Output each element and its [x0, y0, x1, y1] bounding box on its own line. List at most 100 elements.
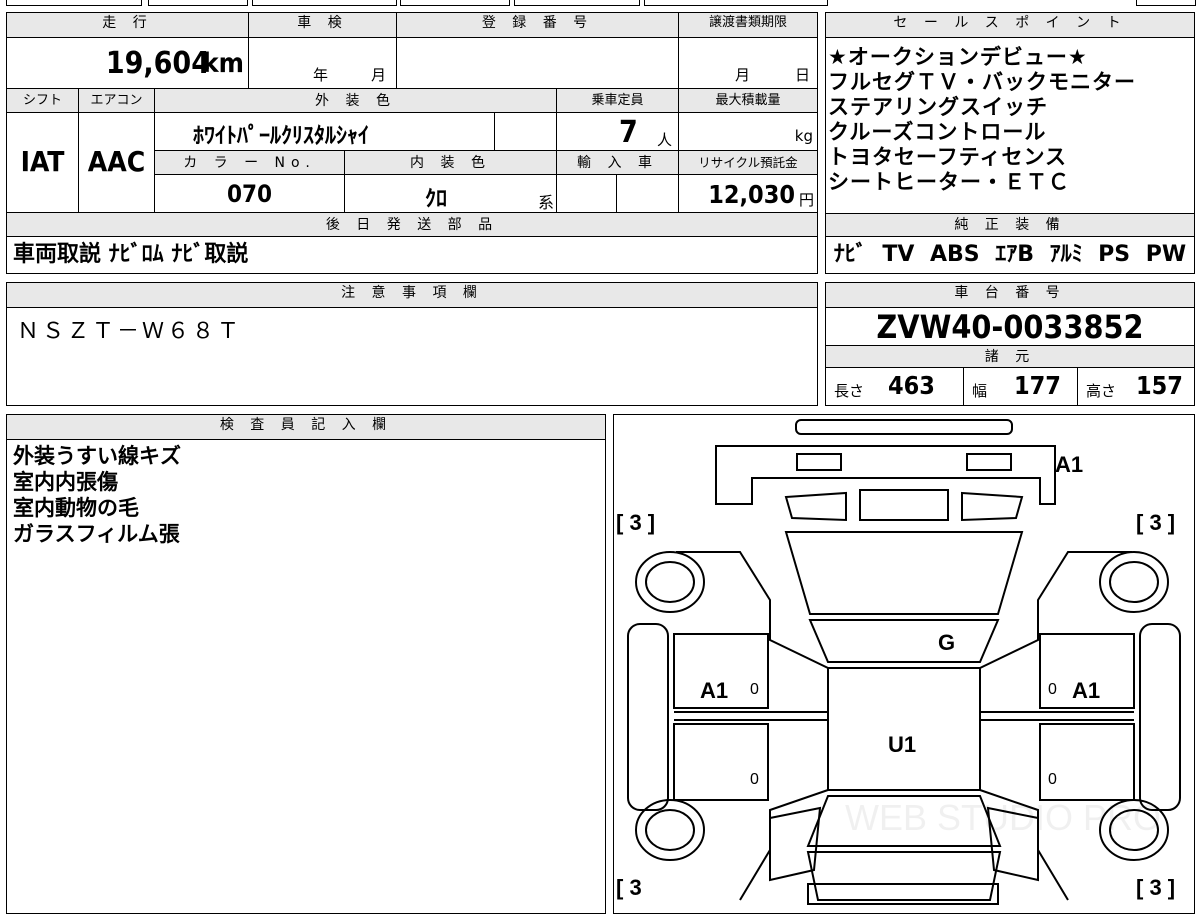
inspection-cell: 年 月 — [249, 38, 397, 89]
mileage-unit: km — [202, 48, 244, 79]
mark-door-zero: 0 — [750, 771, 759, 788]
front-bumper-part — [795, 419, 1013, 435]
headlight-right — [966, 453, 1012, 471]
specs-header: 諸 元 — [826, 346, 1194, 368]
vehicle-info-box: 走 行 車 検 登 録 番 号 譲渡書類期限 19,604 km 年 月 月 日… — [6, 12, 818, 274]
recycle-cell: 12,030 円 — [679, 175, 817, 213]
color-no-header: カ ラ ー No. — [155, 151, 345, 175]
top-remnant-5 — [514, 0, 640, 6]
top-remnant-1 — [6, 0, 142, 6]
color-no-value: 070 — [226, 180, 273, 208]
notes-box: 注 意 事 項 欄 ＮＳＺＴ－Ｗ６８Ｔ — [6, 282, 818, 406]
equipment-item: ABS — [930, 242, 980, 267]
mark-right-door: A1 — [1072, 678, 1100, 703]
windshield — [808, 619, 1000, 663]
mark-door-zero: 0 — [1048, 771, 1057, 788]
body-outline-left — [676, 551, 829, 901]
notes-header: 注 意 事 項 欄 — [7, 283, 817, 308]
exterior-color-header: 外 装 色 — [155, 89, 557, 113]
capacity-header: 乗車定員 — [557, 89, 679, 113]
inspector-note: 室内内張傷 — [13, 470, 118, 494]
equipment-header: 純 正 装 備 — [826, 213, 1194, 237]
sales-point-line: クルーズコントロール — [828, 120, 1047, 144]
mark-door-zero: 0 — [750, 681, 759, 698]
sales-points-box: セ ー ル ス ポ イ ン ト ★オークションデビュー★ フルセグＴＶ・バックモ… — [825, 12, 1195, 274]
inspector-note: 外装うすい線キズ — [13, 444, 181, 468]
inspector-header: 検 査 員 記 入 欄 — [7, 415, 605, 440]
mark-tire-fl: [ 3 ] — [616, 510, 655, 535]
transfer-deadline-cell: 月 日 — [679, 38, 817, 89]
transfer-day-unit: 日 — [795, 66, 811, 84]
equipment-item: ｱﾙﾐ — [1049, 242, 1083, 267]
mileage-header: 走 行 — [7, 13, 249, 38]
import-header: 輸 入 車 — [557, 151, 679, 175]
mark-tire-rr: [ 3 ] — [1136, 875, 1175, 900]
length-label: 長さ — [834, 382, 865, 400]
mark-tire-fr: [ 3 ] — [1136, 510, 1175, 535]
interior-color-cell: ｸﾛ 系 — [345, 175, 557, 213]
capacity-unit: 人 — [657, 131, 673, 149]
sales-point-line: トヨタセーフティセンス — [828, 145, 1068, 169]
equipment-item: PW — [1145, 242, 1187, 267]
capacity-cell: 7 人 — [557, 113, 679, 151]
ac-header: エアコン — [79, 89, 155, 113]
exterior-color-cell: ﾎﾜｲﾄﾊﾟｰﾙｸﾘｽﾀﾙｼｬｲ — [155, 113, 495, 151]
sales-points-list: ★オークションデビュー★ フルセグＴＶ・バックモニター ステアリングスイッチ ク… — [828, 45, 1192, 215]
top-remnant-4 — [400, 0, 510, 6]
ac-value: AAC — [87, 145, 146, 178]
sales-point-line: シートヒーター・ＥＴＣ — [828, 170, 1070, 194]
hood-slot-center — [859, 489, 949, 521]
transfer-deadline-header: 譲渡書類期限 — [679, 13, 817, 38]
registration-cell — [397, 38, 679, 89]
car-diagram: WEB STUDIO PRO A1 G A1 A1 U1 [ 3 ] [ 3 ]… — [616, 419, 1181, 905]
hood-slot-left — [784, 491, 847, 522]
inspection-month-unit: 月 — [371, 66, 387, 84]
sales-point-line: ステアリングスイッチ — [828, 95, 1048, 119]
max-load-cell: kg — [679, 113, 817, 151]
equipment-item: ｴｱB — [995, 242, 1034, 267]
interior-color-value: ｸﾛ — [425, 187, 448, 212]
import-cell-2 — [617, 175, 679, 213]
equipment-item: ﾅﾋﾞ — [833, 242, 867, 267]
top-remnant-2 — [148, 0, 248, 6]
later-parts-header: 後 日 発 送 部 品 — [7, 213, 817, 237]
mark-front-right: A1 — [1055, 452, 1083, 477]
inspector-notes: 外装うすい線キズ 室内内張傷 室内動物の毛 ガラスフィルム張 — [13, 443, 593, 563]
equipment-list: ﾅﾋﾞ TV ABS ｴｱB ｱﾙﾐ PS PW — [826, 241, 1194, 271]
mark-door-zero: 0 — [1048, 681, 1057, 698]
width-value: 177 — [1014, 371, 1061, 400]
chassis-specs-box: 車 台 番 号 ZVW40-0033852 諸 元 長さ 463 幅 177 高… — [825, 282, 1195, 406]
right-side-skirt — [1139, 623, 1181, 811]
sales-point-line: ★オークションデビュー★ — [828, 45, 1088, 69]
roof — [827, 667, 981, 791]
trunk — [806, 851, 1002, 901]
top-remnant-7 — [1136, 0, 1196, 6]
sales-points-header: セ ー ル ス ポ イ ン ト — [826, 13, 1194, 38]
top-remnant-3 — [252, 0, 397, 6]
chassis-value: ZVW40-0033852 — [826, 308, 1194, 346]
recycle-header: リサイクル預託金 — [679, 151, 817, 175]
length-cell: 長さ 463 — [826, 368, 964, 405]
max-load-unit: kg — [794, 127, 813, 145]
shift-cell: IAT — [7, 113, 79, 213]
right-rear-door — [1039, 723, 1135, 801]
headlight-left — [796, 453, 842, 471]
mark-windshield: G — [938, 630, 955, 655]
height-value: 157 — [1136, 371, 1183, 400]
registration-header: 登 録 番 号 — [397, 13, 679, 38]
car-diagram-box: WEB STUDIO PRO A1 G A1 A1 U1 [ 3 ] [ 3 ]… — [613, 414, 1195, 914]
equipment-item: TV — [882, 242, 915, 267]
interior-color-suffix: 系 — [537, 193, 554, 212]
length-value: 463 — [888, 371, 935, 400]
hood-panel — [784, 531, 1024, 615]
recycle-value: 12,030 — [708, 180, 795, 209]
notes-value: ＮＳＺＴ－Ｗ６８Ｔ — [17, 319, 243, 343]
recycle-unit: 円 — [798, 191, 814, 209]
max-load-header: 最大積載量 — [679, 89, 817, 113]
shift-header: シフト — [7, 89, 79, 113]
mark-tire-rl: [ 3 — [616, 875, 642, 900]
left-rear-door — [673, 723, 769, 801]
top-remnant-6 — [644, 0, 828, 6]
transfer-month-unit: 月 — [735, 66, 751, 84]
inspector-note: 室内動物の毛 — [13, 496, 139, 520]
